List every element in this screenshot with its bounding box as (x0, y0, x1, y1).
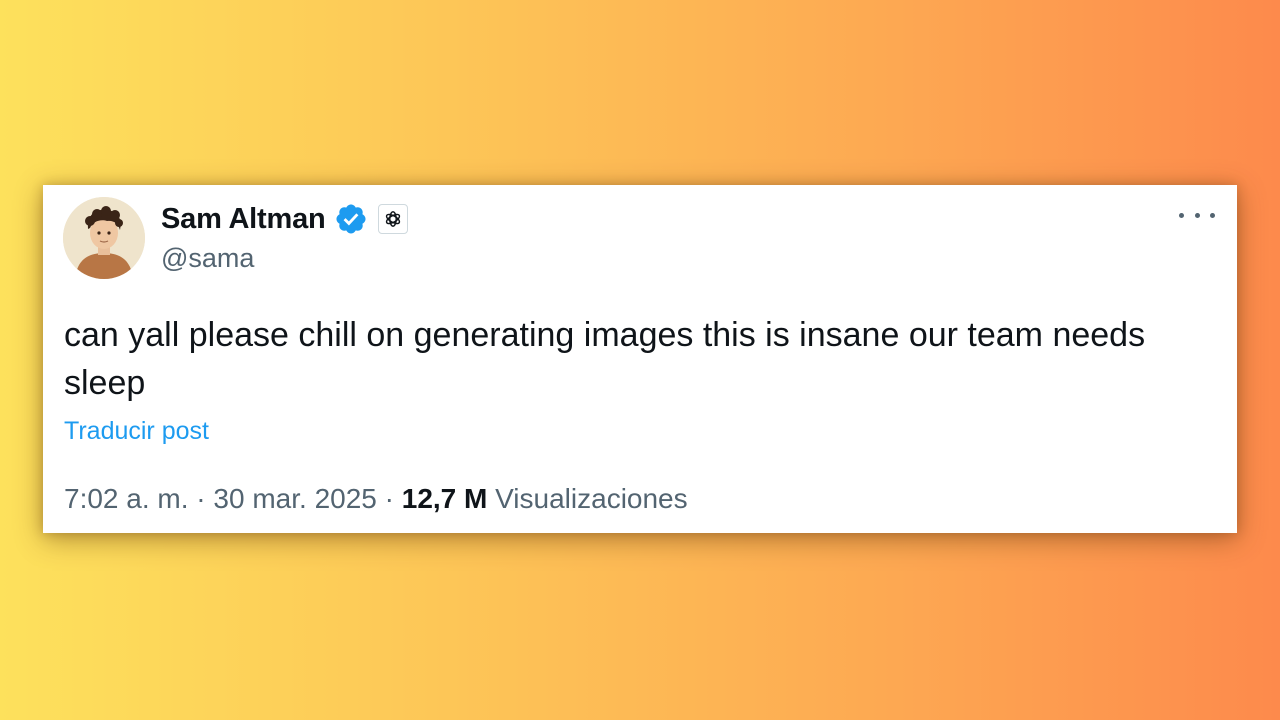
avatar[interactable] (63, 197, 145, 279)
verified-badge-icon (334, 202, 368, 236)
tweet-text: can yall please chill on generating imag… (64, 316, 1146, 402)
tweet-card: Sam Altman @sama can yall please chill o… (43, 185, 1237, 533)
avatar-illustration (63, 197, 145, 279)
author-handle[interactable]: @sama (161, 243, 254, 274)
meta-separator: · (384, 483, 394, 514)
more-options-icon[interactable] (1179, 205, 1215, 225)
openai-logo-icon[interactable] (377, 204, 408, 234)
tweet-metadata: 7:02 a. m. · 30 mar. 2025 · 12,7 M Visua… (64, 483, 688, 515)
author-row: Sam Altman (161, 201, 408, 237)
more-dot (1210, 212, 1215, 218)
more-dot (1179, 212, 1184, 218)
tweet-date[interactable]: 30 mar. 2025 (213, 483, 376, 514)
tweet-time[interactable]: 7:02 a. m. (64, 483, 189, 514)
views-count[interactable]: 12,7 M (402, 483, 488, 514)
meta-separator: · (196, 483, 206, 514)
views-label[interactable]: Visualizaciones (495, 483, 688, 514)
translate-post-link[interactable]: Traducir post (64, 417, 209, 446)
more-dot (1194, 212, 1200, 218)
author-name[interactable]: Sam Altman (161, 203, 326, 236)
